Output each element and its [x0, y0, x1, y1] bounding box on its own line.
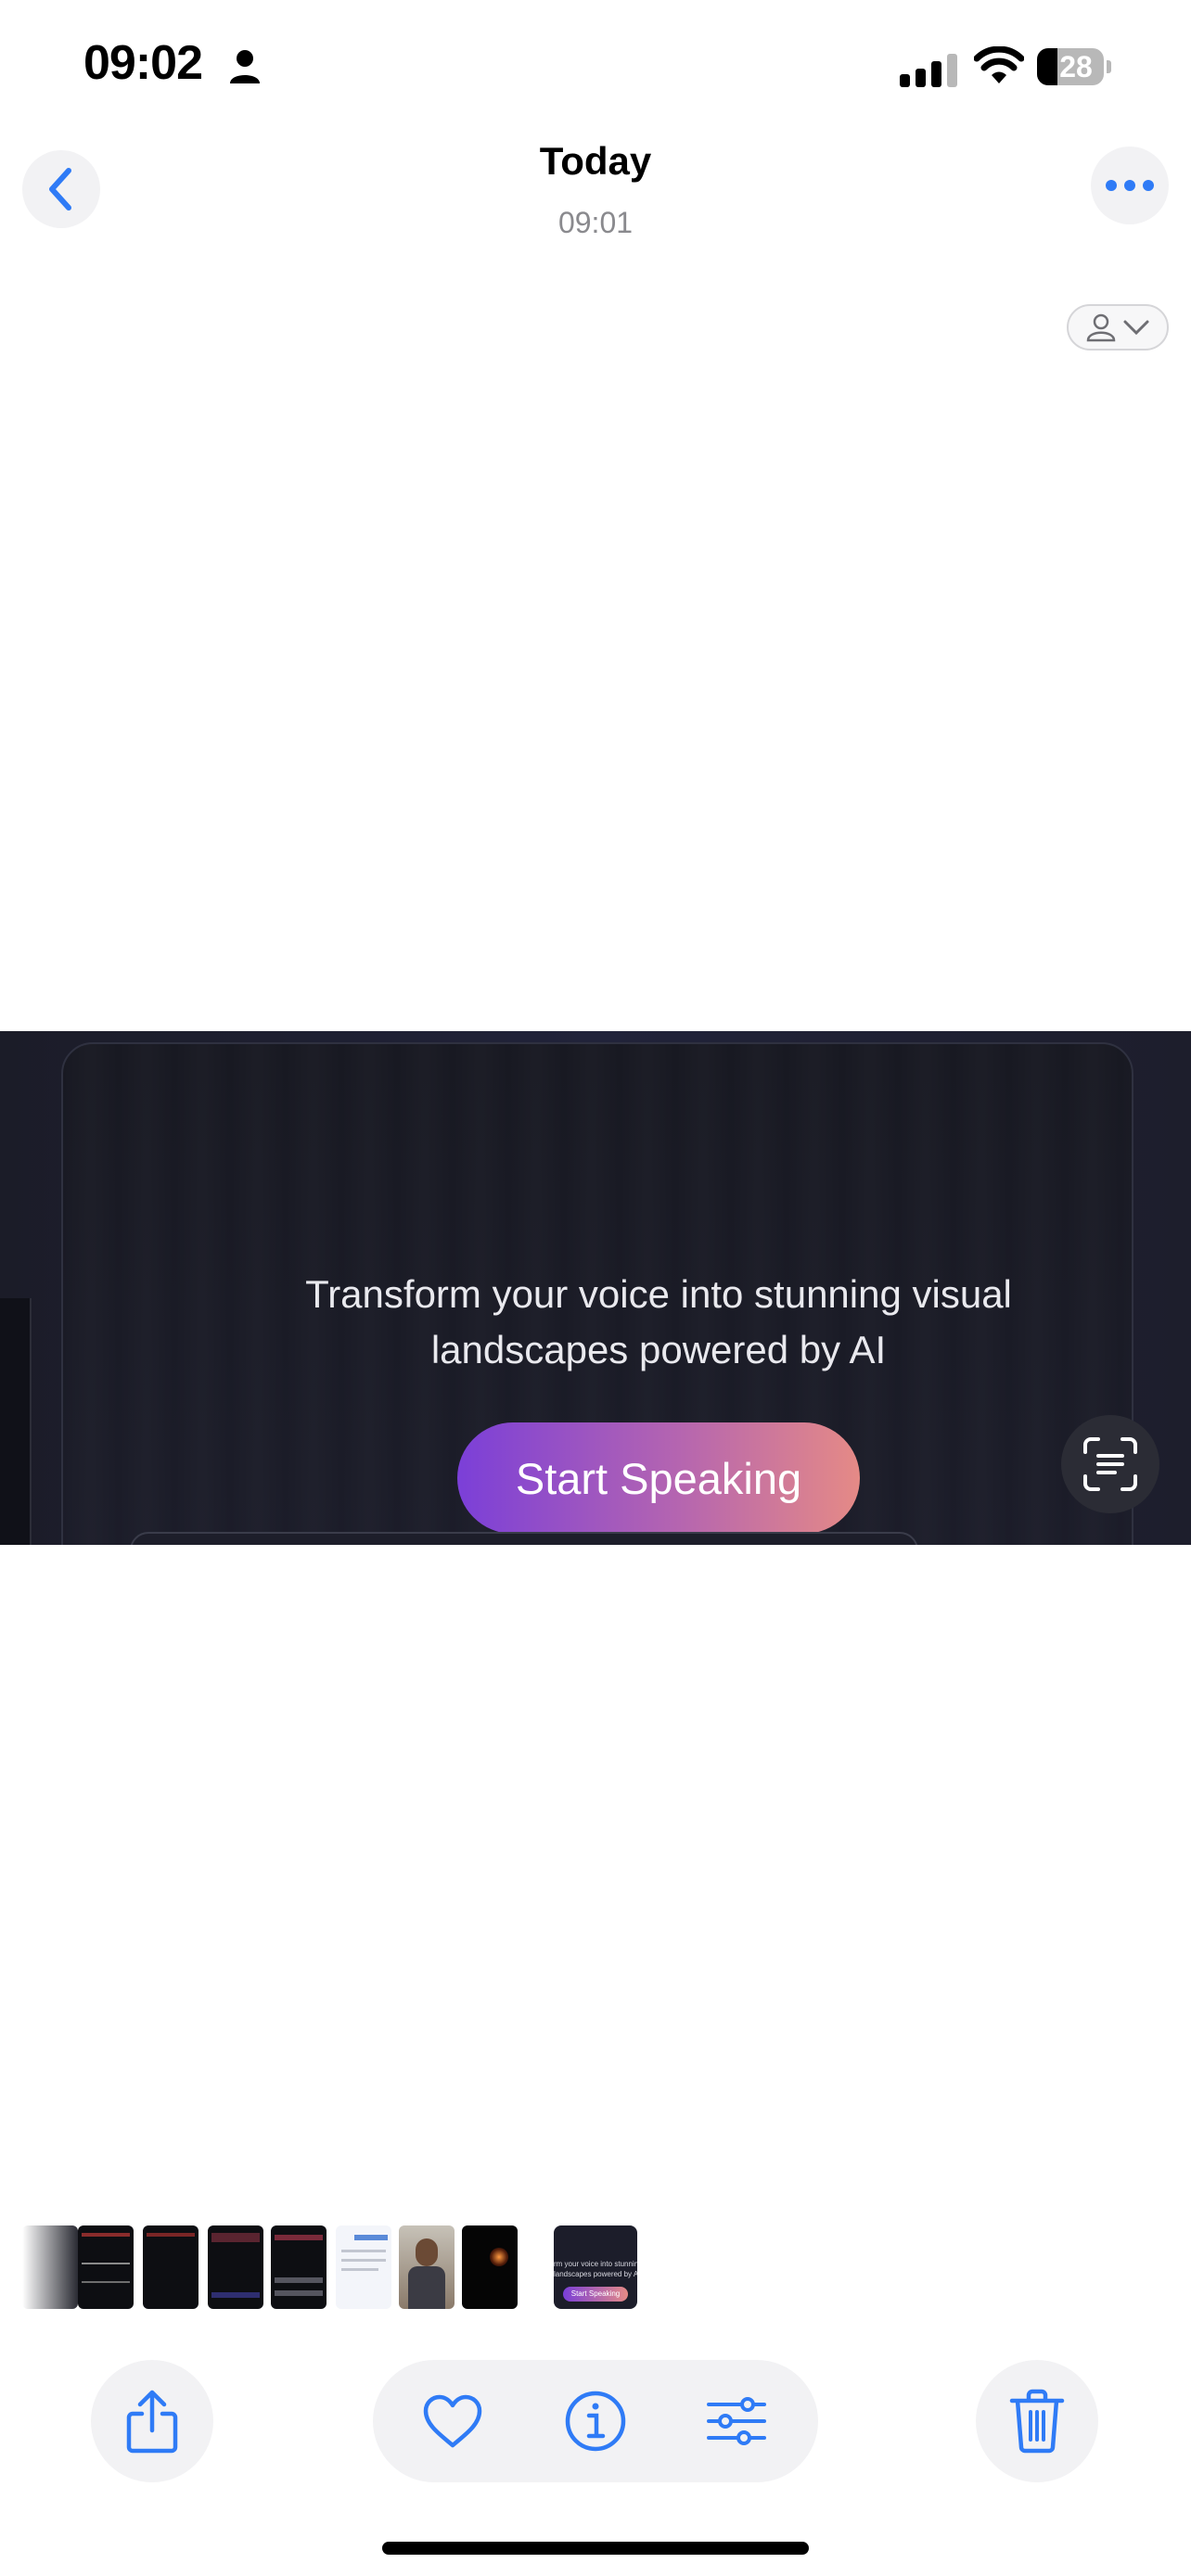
home-indicator [382, 2542, 809, 2555]
heart-icon [423, 2394, 482, 2448]
thumbnail-strip[interactable]: rm your voice into stunning landscapes p… [0, 2225, 1191, 2311]
thumbnail[interactable] [78, 2225, 134, 2309]
person-dropdown-icon [1086, 313, 1116, 342]
thumbnail[interactable] [22, 2225, 78, 2309]
thumbnail-text-1: rm your voice into stunning [554, 2260, 637, 2268]
chevron-down-icon [1123, 320, 1149, 336]
status-time: 09:02 [83, 36, 203, 90]
ellipsis-icon [1106, 180, 1154, 191]
thumbnail-text-2: landscapes powered by AI [554, 2270, 637, 2278]
photo-actions-pill [373, 2360, 818, 2482]
photo-lower-card [130, 1532, 918, 1545]
thumbnail[interactable] [271, 2225, 327, 2309]
person-icon [230, 50, 260, 83]
live-text-button[interactable] [1061, 1415, 1159, 1513]
favorite-button[interactable] [419, 2388, 486, 2455]
live-text-icon [1083, 1437, 1137, 1491]
info-button[interactable] [562, 2388, 629, 2455]
battery-level: 28 [1059, 50, 1093, 83]
tagline-line-1: Transform your voice into stunning visua… [305, 1272, 1012, 1316]
delete-button[interactable] [976, 2360, 1098, 2482]
back-button[interactable] [22, 150, 100, 228]
share-icon [126, 2390, 178, 2454]
photo-tagline: Transform your voice into stunning visua… [230, 1267, 1087, 1378]
thumbnail-button: Start Speaking [563, 2287, 628, 2302]
photo-hero-card: Transform your voice into stunning visua… [61, 1042, 1133, 1545]
photo-side-panel [0, 1298, 32, 1545]
thumbnail[interactable] [336, 2225, 391, 2309]
thumbnail[interactable] [399, 2225, 455, 2309]
more-button[interactable] [1091, 147, 1169, 224]
page-title: Today [539, 139, 652, 183]
thumbnail-current[interactable]: rm your voice into stunning landscapes p… [554, 2225, 637, 2309]
battery-icon: 28 [1037, 48, 1111, 85]
thumbnail[interactable] [143, 2225, 198, 2309]
page-subtitle-time: 09:01 [557, 206, 634, 239]
photo-viewer[interactable]: Transform your voice into stunning visua… [0, 1031, 1191, 1545]
people-dropdown-button[interactable] [1067, 304, 1169, 351]
edit-adjust-button[interactable] [703, 2388, 770, 2455]
share-button[interactable] [91, 2360, 213, 2482]
thumbnail[interactable] [462, 2225, 518, 2309]
thumbnail[interactable] [208, 2225, 263, 2309]
signal-icon [900, 54, 957, 87]
wifi-icon [974, 46, 1024, 83]
info-icon [565, 2391, 626, 2452]
start-speaking-button: Start Speaking [457, 1422, 860, 1534]
chevron-left-icon [49, 168, 71, 210]
sliders-icon [707, 2397, 766, 2445]
tagline-line-2: landscapes powered by AI [430, 1328, 887, 1371]
trash-icon [1009, 2389, 1065, 2454]
